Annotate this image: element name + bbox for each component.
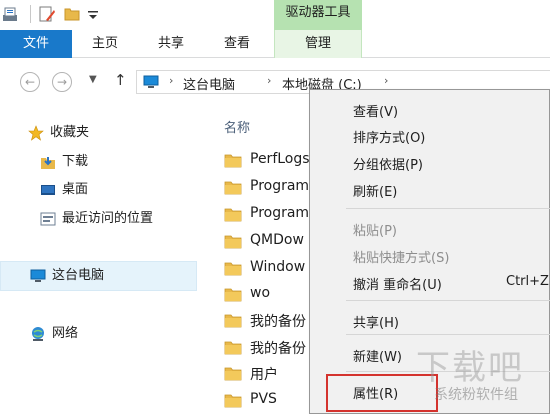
folder-icon[interactable]	[64, 6, 80, 22]
downloads-icon	[41, 157, 55, 169]
menu-item[interactable]: 排序方式(O)	[310, 122, 550, 148]
list-item[interactable]: wo	[222, 282, 322, 306]
folder-icon	[224, 394, 242, 408]
list-item[interactable]: Window	[222, 256, 322, 280]
forward-button[interactable]: →	[52, 72, 72, 92]
computer-icon	[30, 269, 46, 282]
nav-item-label: 下载	[62, 154, 89, 169]
menu-item-shortcut: Ctrl+Z	[506, 274, 549, 289]
menu-item[interactable]: 刷新(E)	[310, 176, 550, 202]
nav-item-label: 桌面	[62, 182, 89, 197]
breadcrumb-separator[interactable]: ›	[384, 74, 388, 87]
star-icon	[28, 125, 44, 141]
folder-icon	[224, 262, 242, 276]
network-icon	[32, 327, 44, 341]
nav-item-label: 网络	[52, 326, 79, 341]
tab-home[interactable]: 主页	[80, 30, 130, 58]
menu-item-label: 共享(H)	[353, 316, 399, 331]
computer-icon	[143, 75, 159, 88]
tab-view[interactable]: 查看	[212, 30, 262, 58]
list-item[interactable]: Program	[222, 202, 322, 226]
tab-manage[interactable]: 管理	[274, 30, 362, 58]
quick-access-separator	[30, 5, 31, 23]
forward-icon: →	[56, 75, 68, 89]
watermark: 下载吧 系统粉软件组	[404, 340, 550, 414]
menu-item[interactable]: 分组依据(P)	[310, 149, 550, 175]
menu-separator	[346, 300, 550, 301]
file-name: 我的备份	[250, 314, 306, 330]
menu-item: 粘贴(P)	[310, 215, 550, 241]
navigation-pane: 收藏夹 下载 桌面 最近访问的位置 这台电脑 网络	[0, 104, 200, 414]
recent-locations-icon[interactable]: ▼	[89, 74, 97, 85]
watermark-text: 下载吧	[416, 348, 524, 388]
folder-icon	[224, 341, 242, 355]
file-name: QMDow	[250, 232, 304, 248]
back-button[interactable]: ←	[20, 72, 40, 92]
menu-item-label: 查看(V)	[353, 105, 399, 120]
file-name: Program	[250, 205, 310, 221]
breadcrumb-this-pc[interactable]: 这台电脑	[183, 74, 235, 93]
menu-item-label: 刷新(E)	[353, 185, 398, 200]
menu-item[interactable]: 共享(H)	[310, 307, 550, 333]
list-item[interactable]: PVS	[222, 388, 322, 412]
menu-item[interactable]: 查看(V)	[310, 96, 550, 122]
folder-icon	[224, 288, 242, 302]
new-document-icon[interactable]	[38, 6, 56, 22]
menu-item-label: 粘贴快捷方式(S)	[353, 251, 450, 266]
menu-item[interactable]: 撤消 重命名(U) Ctrl+Z	[310, 269, 550, 295]
file-name: 用户	[250, 367, 278, 383]
breadcrumb-separator[interactable]: ›	[267, 74, 271, 87]
up-arrow-icon[interactable]: ↑	[114, 71, 127, 89]
recent-places-icon	[40, 212, 56, 226]
title-bar: 驱动器工具	[0, 0, 550, 30]
breadcrumb-separator: ›	[169, 74, 174, 87]
menu-item: 粘贴快捷方式(S)	[310, 242, 550, 268]
list-item[interactable]: PerfLogs	[222, 148, 322, 172]
folder-icon	[224, 154, 242, 168]
list-item[interactable]: Program	[222, 175, 322, 199]
folder-icon	[224, 235, 242, 249]
folder-icon	[224, 181, 242, 195]
tab-file[interactable]: 文件	[0, 30, 72, 58]
drive-tools-header: 驱动器工具	[274, 0, 362, 30]
folder-icon	[224, 314, 242, 328]
watermark-subtext: 系统粉软件组	[434, 387, 518, 403]
list-item[interactable]: 我的备份	[222, 308, 322, 332]
nav-item-label: 收藏夹	[50, 125, 90, 140]
menu-separator	[346, 208, 550, 209]
list-item[interactable]: QMDow	[222, 229, 322, 253]
ribbon-tabs: 文件 主页 共享 查看 管理	[0, 30, 550, 58]
list-item[interactable]: 用户	[222, 361, 322, 385]
dropdown-icon[interactable]	[86, 6, 100, 22]
file-name: Window	[250, 259, 306, 275]
nav-item-label: 最近访问的位置	[62, 211, 154, 226]
nav-item-label: 这台电脑	[52, 268, 105, 283]
file-name: PVS	[250, 391, 277, 407]
back-icon: ←	[24, 75, 36, 89]
file-name: Program	[250, 178, 310, 194]
folder-icon	[224, 208, 242, 222]
properties-icon[interactable]	[2, 6, 18, 22]
menu-item-label: 撤消 重命名(U)	[353, 278, 442, 293]
list-item[interactable]: 我的备份	[222, 335, 322, 359]
desktop-icon	[41, 185, 55, 195]
tab-share[interactable]: 共享	[146, 30, 196, 58]
menu-item-label: 粘贴(P)	[353, 224, 397, 239]
folder-icon	[224, 367, 242, 381]
file-name: wo	[250, 285, 271, 301]
file-name: 我的备份	[250, 341, 306, 357]
menu-item-label: 排序方式(O)	[353, 131, 426, 146]
file-name: PerfLogs	[250, 151, 310, 167]
menu-item-label: 分组依据(P)	[353, 158, 423, 173]
column-header-name[interactable]: 名称	[224, 117, 250, 136]
menu-separator	[346, 334, 550, 335]
menu-item-label: 新建(W)	[353, 350, 402, 365]
